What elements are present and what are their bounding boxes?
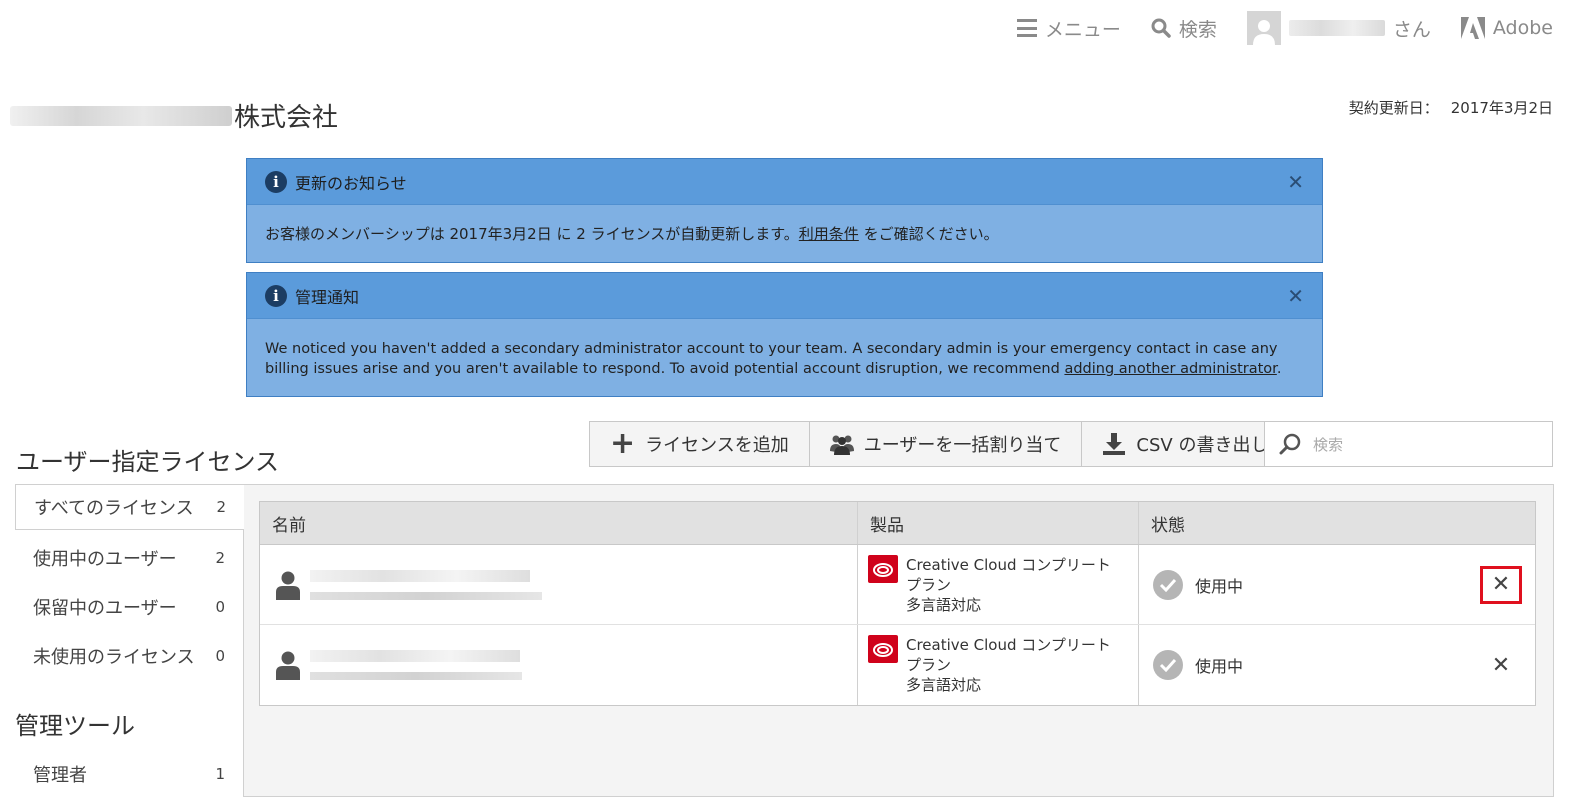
sidebar-item-count: 1 (215, 765, 225, 783)
company-name: 株式会社 (10, 97, 338, 134)
sidebar-item-unused-licenses[interactable]: 未使用のライセンス 0 (15, 631, 243, 680)
info-icon: i (265, 170, 287, 193)
sidebar-item-label: 使用中のユーザー (33, 548, 177, 570)
users-icon (829, 435, 854, 455)
product-language: 多言語対応 (906, 596, 982, 614)
download-icon (1103, 433, 1126, 455)
checkmark-icon (1153, 569, 1183, 600)
search-placeholder: 検索 (1313, 435, 1344, 454)
renewal-label: 契約更新日： (1348, 99, 1439, 117)
renewal-date: 契約更新日： 2017年3月2日 (1349, 97, 1553, 118)
user-profile-button[interactable]: さん (1246, 11, 1431, 45)
search-nav-button[interactable]: 検索 (1151, 15, 1217, 42)
plus-icon: + (610, 426, 636, 461)
user-avatar-icon (1252, 20, 1275, 45)
bulk-assign-label: ユーザーを一括割り当て (863, 435, 1062, 456)
csv-export-button[interactable]: CSV の書き出し (1082, 422, 1288, 466)
add-license-label: ライセンスを追加 (645, 435, 789, 456)
renewal-value: 2017年3月2日 (1450, 99, 1553, 117)
remove-license-button[interactable]: ✕ (1480, 565, 1522, 604)
notice-body: We noticed you haven't added a secondary… (247, 319, 1322, 379)
status-cell: 使用中 ✕ (1139, 545, 1535, 624)
sidebar-item-pending-users[interactable]: 保留中のユーザー 0 (15, 582, 243, 631)
status-badge: 使用中 (1195, 576, 1244, 596)
adobe-link[interactable]: Adobe (1460, 17, 1553, 39)
column-header-product[interactable]: 製品 (858, 502, 1139, 544)
column-header-name[interactable]: 名前 (260, 502, 858, 544)
sidebar-item-label: 保留中のユーザー (33, 597, 177, 619)
adobe-label: Adobe (1492, 17, 1553, 39)
sidebar-item-label: すべてのライセンス (34, 498, 194, 519)
notice-text: お客様のメンバーシップは 2017年3月2日 に 2 ライセンスが自動更新します… (265, 224, 799, 243)
creative-cloud-icon (868, 555, 898, 583)
table-header: 名前 製品 状態 (260, 502, 1535, 545)
terms-link[interactable]: 利用条件 (799, 225, 859, 243)
name-cell (260, 545, 858, 624)
product-cell: Creative Cloud コンプリートプラン 多言語対応 (858, 545, 1139, 624)
checkmark-icon (1153, 650, 1183, 680)
info-icon: i (265, 284, 287, 307)
company-name-redacted (10, 105, 232, 126)
column-header-status[interactable]: 状態 (1139, 502, 1535, 544)
creative-cloud-icon (868, 635, 898, 663)
close-icon: ✕ (1491, 652, 1511, 678)
menu-button[interactable]: メニュー (1016, 15, 1121, 42)
top-nav: メニュー 検索 さん Adobe (1016, 8, 1553, 48)
tools-title: 管理ツール (15, 712, 135, 740)
user-icon (276, 571, 300, 600)
search-input[interactable]: 検索 (1264, 421, 1553, 467)
license-table: 名前 製品 状態 Creative Cloud コンプリートプラン 多言語対応 … (259, 501, 1536, 706)
table-row[interactable]: Creative Cloud コンプリートプラン 多言語対応 使用中 ✕ (260, 545, 1535, 625)
sidebar-item-label: 管理者 (33, 765, 87, 786)
hamburger-icon (1016, 19, 1037, 37)
status-cell: 使用中 ✕ (1139, 625, 1535, 705)
sidebar: すべてのライセンス 2 使用中のユーザー 2 保留中のユーザー 0 未使用のライ… (15, 484, 244, 797)
sidebar-item-count: 2 (215, 548, 225, 567)
renewal-notice: i 更新のお知らせ ✕ お客様のメンバーシップは 2017年3月2日 に 2 ラ… (246, 158, 1323, 263)
search-icon (1151, 18, 1171, 38)
search-icon (1279, 433, 1301, 455)
search-nav-label: 検索 (1178, 18, 1217, 41)
sidebar-item-count: 0 (215, 597, 225, 616)
add-admin-link[interactable]: adding another administrator (1064, 361, 1276, 377)
user-name-redacted (310, 569, 542, 600)
user-name-redacted (1288, 20, 1385, 36)
close-icon: ✕ (1491, 572, 1511, 597)
admin-notice: i 管理通知 ✕ We noticed you haven't added a … (246, 272, 1323, 397)
toolbar: + ライセンスを追加 ユーザーを一括割り当て CSV の書き出し (589, 421, 1290, 467)
company-suffix: 株式会社 (234, 103, 339, 133)
product-cell: Creative Cloud コンプリートプラン 多言語対応 (858, 625, 1139, 705)
notice-body: お客様のメンバーシップは 2017年3月2日 に 2 ライセンスが自動更新します… (247, 205, 1322, 262)
notice-text-end: をご確認ください。 (858, 224, 999, 243)
sidebar-item-count: 0 (215, 646, 225, 665)
avatar (1246, 11, 1281, 45)
sidebar-item-all-licenses[interactable]: すべてのライセンス 2 (15, 484, 244, 530)
table-row[interactable]: Creative Cloud コンプリートプラン 多言語対応 使用中 ✕ (260, 625, 1535, 705)
remove-license-button[interactable]: ✕ (1480, 646, 1522, 684)
sidebar-item-label: 未使用のライセンス (33, 646, 195, 668)
user-name-redacted (310, 650, 522, 680)
adobe-logo-icon (1460, 17, 1485, 39)
sidebar-item-active-users[interactable]: 使用中のユーザー 2 (15, 533, 243, 582)
product-language: 多言語対応 (906, 676, 982, 694)
bulk-assign-button[interactable]: ユーザーを一括割り当て (810, 422, 1083, 466)
sidebar-item-admins[interactable]: 管理者 1 (15, 759, 243, 789)
sidebar-item-count: 2 (216, 498, 226, 516)
section-title: ユーザー指定ライセンス (16, 448, 280, 476)
user-suffix: さん (1392, 18, 1431, 41)
csv-export-label: CSV の書き出し (1136, 435, 1269, 456)
product-name: Creative Cloud コンプリートプラン (906, 636, 1111, 674)
close-icon[interactable]: ✕ (1287, 284, 1304, 308)
menu-label: メニュー (1044, 18, 1121, 41)
notice-title: 更新のお知らせ (295, 173, 407, 193)
notice-text-end: . (1276, 361, 1282, 377)
add-license-button[interactable]: + ライセンスを追加 (590, 422, 810, 466)
close-icon[interactable]: ✕ (1287, 170, 1304, 194)
status-badge: 使用中 (1195, 657, 1244, 676)
name-cell (260, 625, 858, 705)
product-name: Creative Cloud コンプリートプラン (906, 556, 1111, 594)
notice-title: 管理通知 (295, 287, 360, 307)
user-icon (276, 651, 300, 680)
